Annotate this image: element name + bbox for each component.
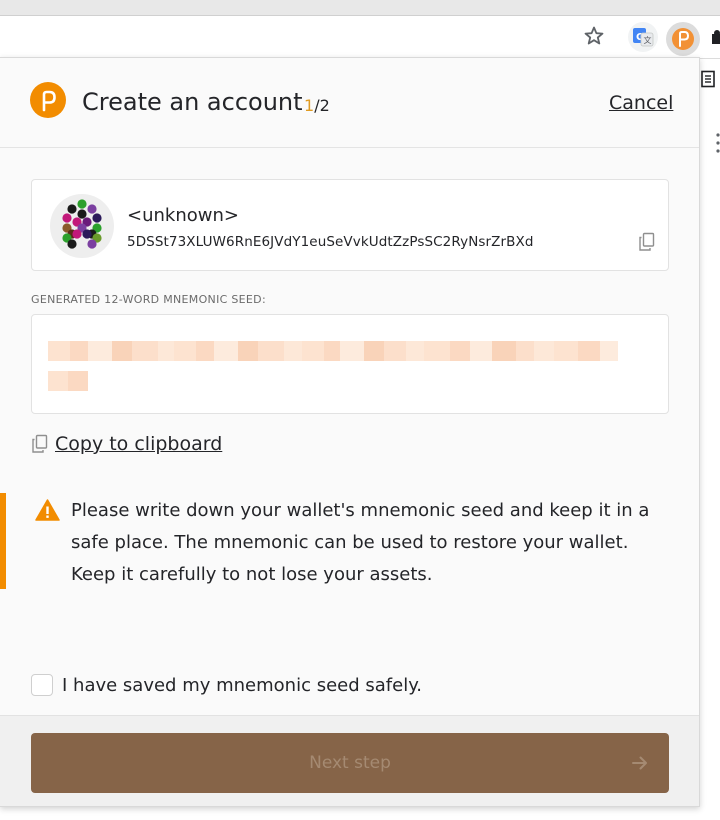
browser-tabstrip [0, 0, 720, 16]
blur-block [450, 341, 470, 361]
blur-block [578, 341, 600, 361]
mnemonic-seed-box [31, 314, 669, 414]
popup-header: Create an account 1/2 Cancel [0, 58, 699, 148]
polkadot-extension-icon[interactable] [666, 22, 700, 56]
blur-block [340, 341, 364, 361]
blurred-seed-line-1 [48, 341, 618, 361]
blur-block [174, 341, 196, 361]
copy-address-icon[interactable] [638, 232, 656, 252]
arrow-right-icon [632, 756, 647, 770]
step-current: 1 [304, 96, 315, 115]
warning-message: Please write down your wallet's mnemonic… [0, 493, 699, 589]
blur-block [534, 341, 554, 361]
polkadot-logo-icon [30, 82, 66, 118]
next-step-label: Next step [309, 753, 391, 773]
warning-text: Please write down your wallet's mnemonic… [71, 500, 650, 585]
blur-block [68, 371, 88, 391]
more-menu-icon[interactable] [716, 132, 720, 154]
account-card: <unknown> 5DSSt73XLUW6RnE6JVdY1euSeVvkUd… [31, 179, 669, 271]
blur-block [70, 341, 88, 361]
blur-block [196, 341, 214, 361]
blur-block [600, 341, 618, 361]
saved-seed-checkbox-row[interactable]: I have saved my mnemonic seed safely. [31, 672, 422, 698]
warning-accent-bar [0, 493, 6, 589]
browser-toolbar [0, 17, 720, 59]
blur-block [88, 341, 112, 361]
account-address: 5DSSt73XLUW6RnE6JVdY1euSeVvkUdtZzPsSC2Ry… [127, 234, 534, 250]
blurred-seed-line-2 [48, 371, 88, 391]
cancel-link[interactable]: Cancel [609, 92, 673, 114]
blur-block [364, 341, 384, 361]
next-step-button[interactable]: Next step [31, 733, 669, 793]
account-identicon[interactable] [50, 194, 114, 258]
step-total: /2 [314, 96, 330, 115]
blur-block [492, 341, 516, 361]
blur-block [48, 371, 68, 391]
warning-triangle-icon [35, 499, 60, 521]
blur-block [214, 341, 238, 361]
google-translate-icon[interactable]: G 文 [628, 22, 658, 52]
popup-footer: Next step [0, 715, 699, 806]
reader-mode-icon[interactable] [700, 70, 716, 88]
blur-block [132, 341, 158, 361]
blur-block [424, 341, 450, 361]
copy-to-clipboard-button[interactable]: Copy to clipboard [31, 431, 222, 457]
blur-block [516, 341, 534, 361]
step-indicator: 1/2 [304, 96, 330, 115]
blur-block [554, 341, 578, 361]
blur-block [406, 341, 424, 361]
blur-block [112, 341, 132, 361]
blur-block [238, 341, 258, 361]
svg-text:文: 文 [644, 35, 652, 45]
blur-block [384, 341, 406, 361]
blur-block [302, 341, 324, 361]
copy-to-clipboard-label: Copy to clipboard [55, 433, 223, 455]
blur-block [284, 341, 302, 361]
blur-block [158, 341, 174, 361]
page-title: Create an account [82, 88, 303, 116]
blur-block [470, 341, 492, 361]
saved-seed-checkbox-label: I have saved my mnemonic seed safely. [62, 674, 422, 696]
blur-block [324, 341, 340, 361]
extension-popup: Create an account 1/2 Cancel <unknown> 5… [0, 57, 700, 807]
copy-icon [32, 434, 48, 453]
page-background [700, 60, 720, 820]
saved-seed-checkbox[interactable] [31, 674, 53, 696]
blur-block [48, 341, 70, 361]
extensions-puzzle-icon[interactable] [708, 26, 720, 48]
seed-label: GENERATED 12-WORD MNEMONIC SEED: [31, 293, 266, 306]
account-name: <unknown> [127, 205, 239, 226]
bookmark-star-icon[interactable] [582, 24, 606, 48]
blur-block [258, 341, 284, 361]
